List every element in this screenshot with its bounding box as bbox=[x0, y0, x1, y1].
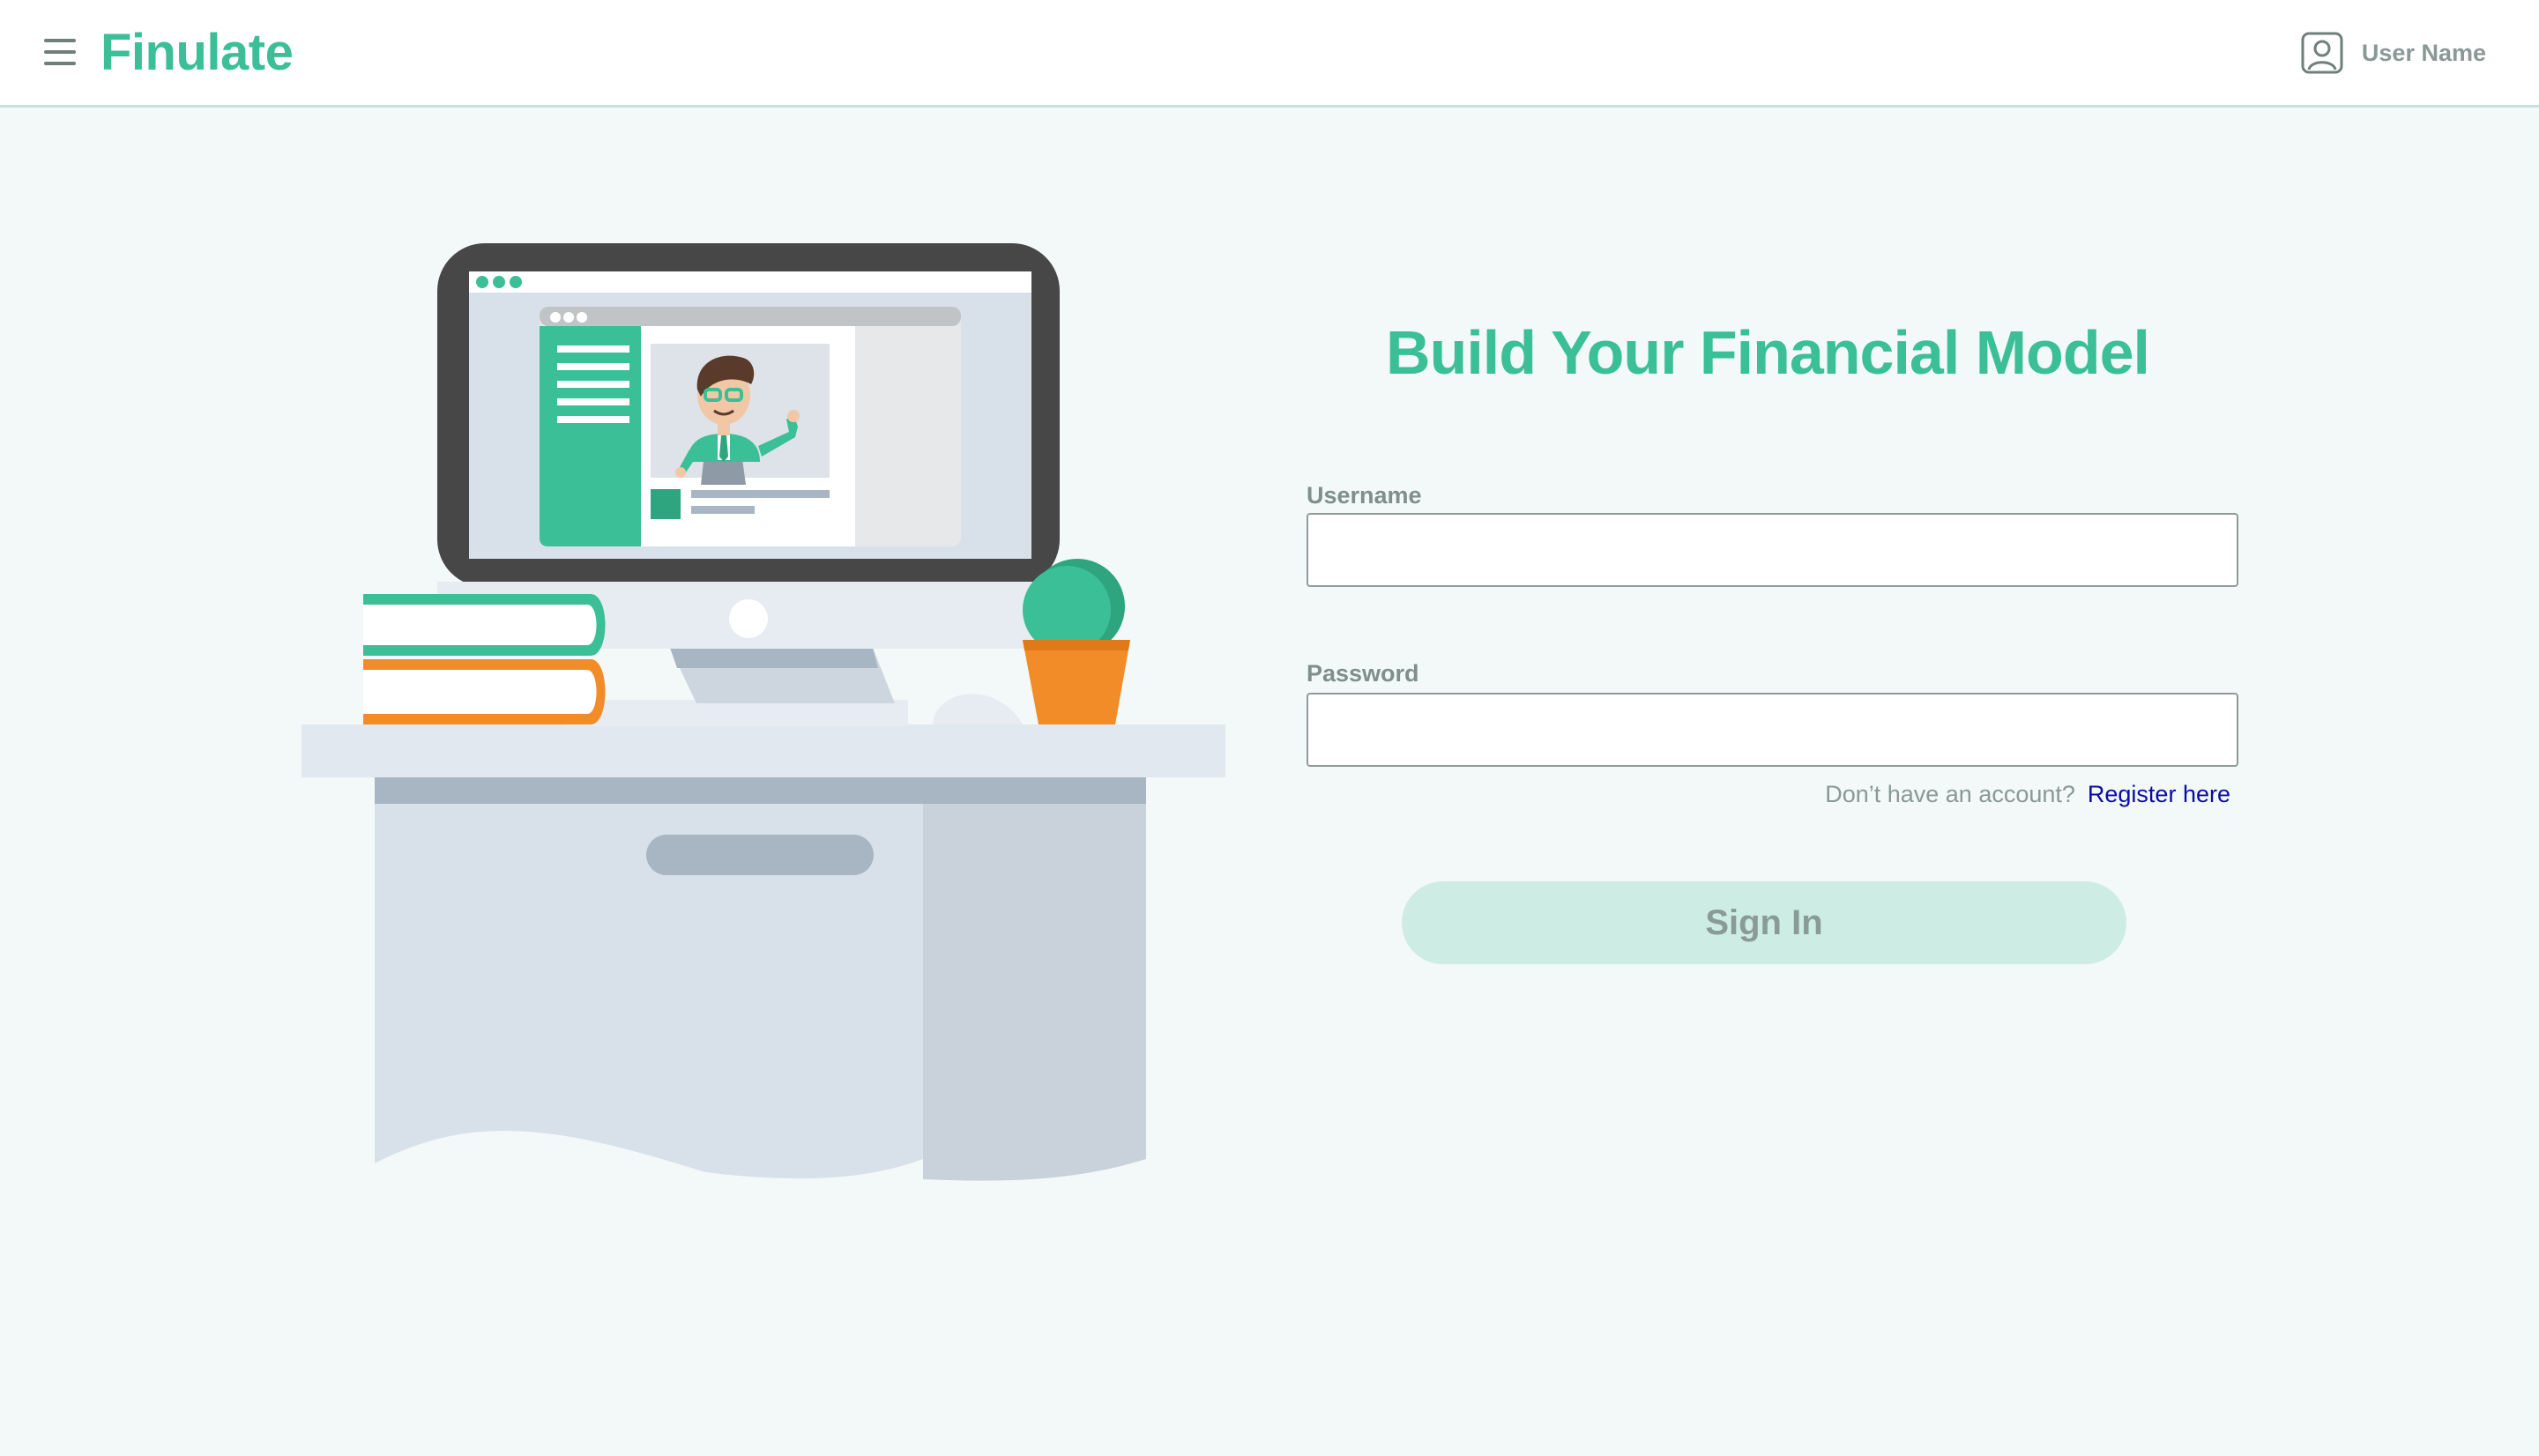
user-name: User Name bbox=[2361, 39, 2486, 66]
register-prompt: Don’t have an account? bbox=[1825, 781, 2075, 807]
user-menu[interactable]: User Name bbox=[2300, 30, 2486, 76]
username-input[interactable] bbox=[1307, 513, 2238, 587]
page-title: Build Your Financial Model bbox=[1386, 318, 2150, 387]
sign-in-button[interactable]: Sign In bbox=[1402, 881, 2126, 964]
user-account-icon bbox=[2301, 32, 2343, 74]
register-row: Don’t have an account? Register here bbox=[1307, 781, 2230, 808]
desk-computer-illustration bbox=[302, 243, 1225, 1181]
password-label: Password bbox=[1307, 660, 1419, 687]
top-header: Finulate User Name bbox=[0, 0, 2539, 108]
register-link[interactable]: Register here bbox=[2088, 781, 2230, 807]
app-logo[interactable]: Finulate bbox=[101, 21, 294, 85]
username-label: Username bbox=[1307, 482, 1422, 509]
hamburger-menu-icon[interactable] bbox=[44, 39, 76, 67]
password-input[interactable] bbox=[1307, 693, 2238, 767]
